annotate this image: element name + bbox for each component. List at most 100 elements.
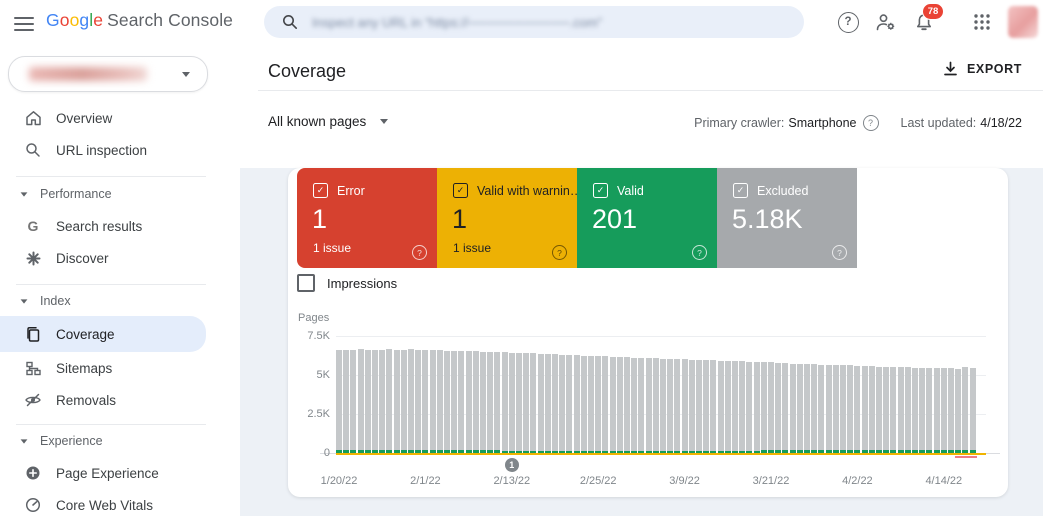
chart-bar — [775, 363, 781, 453]
logo-letter: g — [79, 10, 89, 30]
sidebar-item-label: Page Experience — [56, 466, 159, 481]
chart-bar — [826, 365, 832, 453]
section-label: Experience — [40, 434, 103, 448]
person-gear-icon — [875, 12, 897, 32]
help-icon[interactable]: ? — [832, 245, 847, 260]
discover-asterisk-icon — [24, 249, 42, 267]
chart-bar — [545, 354, 551, 453]
status-card-valid[interactable]: ✓Valid 201 ? — [577, 168, 717, 268]
export-button[interactable]: EXPORT — [943, 61, 1022, 77]
section-experience[interactable]: Experience — [0, 430, 206, 452]
status-card-label: Valid — [617, 184, 644, 198]
url-inspection-search-input[interactable]: Inspect any URL in “https://───────────.… — [264, 6, 804, 38]
chart-bar — [588, 356, 594, 453]
section-index[interactable]: Index — [0, 290, 206, 312]
checked-checkbox-icon[interactable]: ✓ — [313, 183, 328, 198]
user-settings-button[interactable] — [872, 8, 900, 36]
sidebar-item-url-inspection[interactable]: URL inspection — [0, 134, 206, 166]
hamburger-menu-icon[interactable] — [14, 13, 34, 29]
chart-bar — [934, 368, 940, 453]
chart-bar — [595, 356, 601, 453]
issue-annotation-marker[interactable]: 1 — [505, 458, 519, 472]
status-card-value: 5.18K — [732, 204, 803, 235]
chart-bar — [660, 359, 666, 453]
x-axis-tick-label: 1/20/22 — [309, 475, 369, 487]
main-content: Coverage EXPORT All known pages Primary … — [240, 44, 1043, 516]
property-name-redacted — [29, 67, 147, 81]
sidebar-item-removals[interactable]: Removals — [0, 384, 206, 416]
search-icon — [282, 14, 298, 30]
checked-checkbox-icon[interactable]: ✓ — [453, 183, 468, 198]
chart-bar — [970, 368, 976, 453]
chart-bar — [696, 360, 702, 453]
chart-plot-area[interactable]: 7.5K5K2.5K01/20/222/1/222/13/222/25/223/… — [336, 336, 986, 453]
sidebar-item-discover[interactable]: Discover — [0, 242, 206, 274]
sidebar-item-overview[interactable]: Overview — [0, 102, 206, 134]
search-placeholder-redacted: Inspect any URL in “https://───────────.… — [312, 15, 602, 30]
chart-bar — [739, 361, 745, 453]
chart-bar — [451, 351, 457, 453]
property-selector-dropdown[interactable] — [8, 56, 208, 92]
sidebar-item-label: Search results — [56, 219, 142, 234]
x-axis-tick-label: 4/14/22 — [914, 475, 974, 487]
app-bar: GoogleSearch Console Inspect any URL in … — [0, 0, 1043, 44]
logo-letter: e — [93, 10, 103, 30]
chart-bar — [883, 367, 889, 453]
chart-bar — [422, 350, 428, 453]
chart-bar — [912, 368, 918, 453]
divider — [16, 424, 206, 425]
page-filter-dropdown[interactable]: All known pages — [268, 114, 388, 129]
chart-bar — [336, 350, 342, 453]
help-icon[interactable]: ? — [412, 245, 427, 260]
crawler-help-icon[interactable]: ? — [863, 115, 879, 131]
chart-bar — [818, 365, 824, 453]
y-axis-tick-label: 2.5K — [288, 408, 330, 420]
sidebar-item-coverage[interactable]: Coverage — [0, 316, 206, 352]
sidebar-item-search-results[interactable]: G Search results — [0, 210, 206, 242]
chart-bar — [797, 364, 803, 453]
status-card-subtext: 1 issue — [313, 241, 351, 255]
unchecked-checkbox-icon[interactable] — [297, 274, 315, 292]
impressions-toggle[interactable]: Impressions — [297, 274, 397, 292]
sidebar-item-sitemaps[interactable]: Sitemaps — [0, 352, 206, 384]
checked-checkbox-icon[interactable]: ✓ — [733, 183, 748, 198]
chart-bar — [646, 358, 652, 453]
chart-bar — [811, 364, 817, 453]
page-title: Coverage — [268, 61, 346, 82]
chart-bar — [509, 353, 515, 453]
chart-bar — [574, 355, 580, 453]
help-icon[interactable]: ? — [692, 245, 707, 260]
chart-bar — [718, 361, 724, 453]
sidebar-item-core-web-vitals[interactable]: Core Web Vitals — [0, 489, 206, 521]
help-icon[interactable]: ? — [552, 245, 567, 260]
chart-bar — [854, 366, 860, 453]
account-avatar-redacted[interactable] — [1008, 6, 1038, 38]
product-logo: GoogleSearch Console — [46, 10, 233, 31]
checked-checkbox-icon[interactable]: ✓ — [593, 183, 608, 198]
x-axis-tick-label: 4/2/22 — [827, 475, 887, 487]
chart-bar — [559, 355, 565, 453]
download-icon — [943, 61, 958, 77]
status-card-error[interactable]: ✓Error 1 1 issue ? — [297, 168, 437, 268]
chart-bar — [386, 349, 392, 453]
status-card-valid-with-warnings[interactable]: ✓Valid with warnin… 1 1 issue ? — [437, 168, 577, 268]
chevron-down-icon — [21, 192, 28, 196]
chart-bar — [840, 365, 846, 453]
chart-bar — [502, 352, 508, 453]
notifications-button[interactable]: 78 — [910, 8, 938, 36]
help-button[interactable]: ? — [834, 8, 862, 36]
chart-bar — [624, 357, 630, 453]
section-performance[interactable]: Performance — [0, 183, 206, 205]
chart-bar — [926, 368, 932, 453]
chevron-down-icon — [182, 72, 190, 77]
chart-bar — [746, 362, 752, 453]
sidebar-item-label: Core Web Vitals — [56, 498, 153, 513]
sidebar-item-page-experience[interactable]: Page Experience — [0, 457, 206, 489]
x-axis-tick-label: 2/25/22 — [568, 475, 628, 487]
google-apps-button[interactable] — [968, 8, 996, 36]
notification-count-badge: 78 — [922, 3, 944, 20]
chart-bar — [653, 358, 659, 453]
eye-off-icon — [24, 391, 42, 409]
status-card-excluded[interactable]: ✓Excluded 5.18K ? — [717, 168, 857, 268]
x-axis-tick-label: 2/1/22 — [395, 475, 455, 487]
